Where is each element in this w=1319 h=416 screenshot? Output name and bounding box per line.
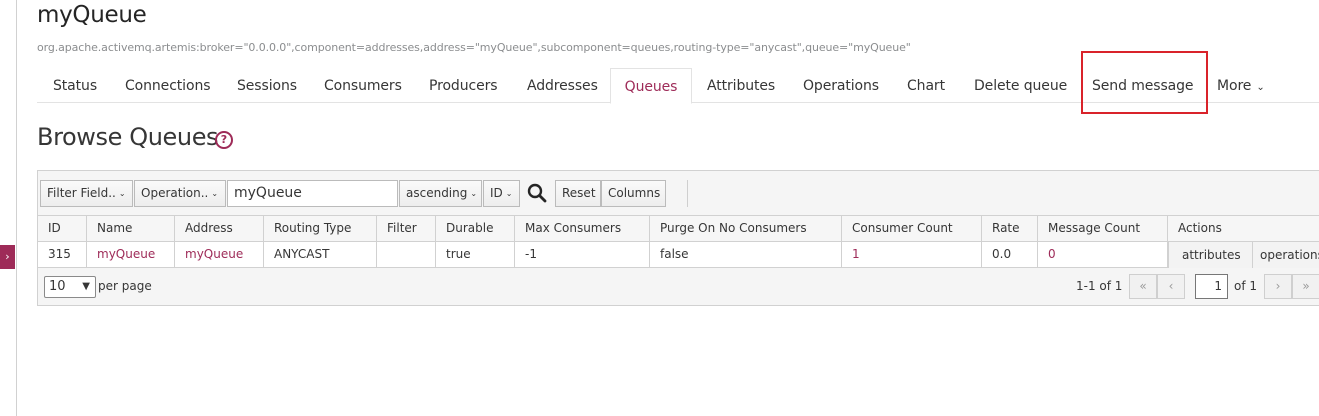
left-sidebar-rail: › xyxy=(0,0,17,416)
filter-field-dropdown[interactable]: Filter Field.. ⌄ xyxy=(40,180,133,207)
column-header-message-count[interactable]: Message Count xyxy=(1038,216,1168,242)
previous-page-icon[interactable]: ‹ xyxy=(1157,274,1185,299)
cell-consumer-count-link[interactable]: 1 xyxy=(842,242,982,268)
sort-field-label: ID xyxy=(490,186,503,200)
per-page-value: 10 xyxy=(49,279,66,294)
tab-operations[interactable]: Operations xyxy=(803,68,879,103)
sort-order-label: ascending xyxy=(406,186,468,200)
tab-attributes[interactable]: Attributes xyxy=(707,68,775,103)
chevron-down-icon: ⌄ xyxy=(118,189,126,198)
page-count-label: of 1 xyxy=(1234,279,1258,293)
column-header-id[interactable]: ID xyxy=(38,216,87,242)
filter-field-label: Filter Field.. xyxy=(47,186,116,200)
table-header-row: ID Name Address Routing Type Filter Dura… xyxy=(37,216,1319,242)
tab-sessions[interactable]: Sessions xyxy=(237,68,297,103)
cell-message-count-link[interactable]: 0 xyxy=(1038,242,1168,268)
sort-order-dropdown[interactable]: ascending ⌄ xyxy=(399,180,482,207)
tab-addresses[interactable]: Addresses xyxy=(527,68,598,103)
first-page-icon[interactable]: « xyxy=(1129,274,1157,299)
cell-name-link[interactable]: myQueue xyxy=(87,242,175,268)
column-header-purge-on-no-consumers[interactable]: Purge On No Consumers xyxy=(650,216,842,242)
tab-consumers[interactable]: Consumers xyxy=(324,68,402,103)
tab-more-label: More xyxy=(1217,78,1252,94)
chevron-down-icon: ⌄ xyxy=(211,189,219,198)
chevron-down-icon: ▼ xyxy=(82,281,90,292)
column-header-rate[interactable]: Rate xyxy=(982,216,1038,242)
page-title: myQueue xyxy=(37,2,147,28)
chevron-down-icon: ⌄ xyxy=(1256,82,1265,93)
table-row: 315 myQueue myQueue ANYCAST true -1 fals… xyxy=(37,242,1319,268)
tab-more[interactable]: More ⌄ xyxy=(1217,68,1265,103)
current-page-input[interactable]: 1 xyxy=(1195,274,1228,299)
toolbar-divider xyxy=(687,180,688,207)
cell-purge-on-no-consumers: false xyxy=(650,242,842,268)
search-icon[interactable] xyxy=(526,182,548,204)
pagination-bar: 10 ▼ per page 1-1 of 1 « ‹ 1 of 1 › » xyxy=(37,268,1319,306)
column-header-max-consumers[interactable]: Max Consumers xyxy=(515,216,650,242)
highlight-annotation-box xyxy=(1081,51,1208,114)
cell-filter xyxy=(377,242,436,268)
sort-field-dropdown[interactable]: ID ⌄ xyxy=(483,180,520,207)
column-header-filter[interactable]: Filter xyxy=(377,216,436,242)
section-heading: Browse Queues xyxy=(37,123,219,151)
mbean-object-name: org.apache.activemq.artemis:broker="0.0.… xyxy=(37,41,911,54)
filter-toolbar: Filter Field.. ⌄ Operation.. ⌄ myQueue asc… xyxy=(37,170,1319,216)
per-page-select[interactable]: 10 ▼ xyxy=(44,276,96,298)
tab-producers[interactable]: Producers xyxy=(429,68,498,103)
tab-connections[interactable]: Connections xyxy=(125,68,211,103)
column-header-durable[interactable]: Durable xyxy=(436,216,515,242)
tab-chart[interactable]: Chart xyxy=(907,68,945,103)
cell-address-link[interactable]: myQueue xyxy=(175,242,264,268)
cell-durable: true xyxy=(436,242,515,268)
column-header-name[interactable]: Name xyxy=(87,216,175,242)
last-page-icon[interactable]: » xyxy=(1292,274,1319,299)
operation-label: Operation.. xyxy=(141,186,209,200)
tab-delete-queue[interactable]: Delete queue xyxy=(974,68,1067,103)
cell-max-consumers: -1 xyxy=(515,242,650,268)
filter-value-input[interactable]: myQueue xyxy=(227,180,398,207)
column-header-actions: Actions xyxy=(1178,221,1222,235)
operation-dropdown[interactable]: Operation.. ⌄ xyxy=(134,180,226,207)
columns-button[interactable]: Columns xyxy=(601,180,666,207)
tab-queues[interactable]: Queues xyxy=(610,68,692,104)
column-header-address[interactable]: Address xyxy=(175,216,264,242)
pagination-range: 1-1 of 1 xyxy=(1076,279,1123,293)
column-header-routing-type[interactable]: Routing Type xyxy=(264,216,377,242)
chevron-down-icon: ⌄ xyxy=(505,189,513,198)
column-header-consumer-count[interactable]: Consumer Count xyxy=(842,216,982,242)
chevron-down-icon: ⌄ xyxy=(470,189,478,198)
sidebar-expand-icon[interactable]: › xyxy=(0,245,15,269)
help-icon[interactable]: ? xyxy=(215,131,233,149)
cell-rate: 0.0 xyxy=(982,242,1038,268)
cell-id: 315 xyxy=(38,242,87,268)
reset-button[interactable]: Reset xyxy=(555,180,601,207)
operations-button[interactable]: operations xyxy=(1252,242,1319,268)
next-page-icon[interactable]: › xyxy=(1264,274,1292,299)
attributes-button[interactable]: attributes xyxy=(1168,242,1252,268)
per-page-label: per page xyxy=(98,279,152,293)
tab-status[interactable]: Status xyxy=(53,68,97,103)
cell-routing-type: ANYCAST xyxy=(264,242,377,268)
